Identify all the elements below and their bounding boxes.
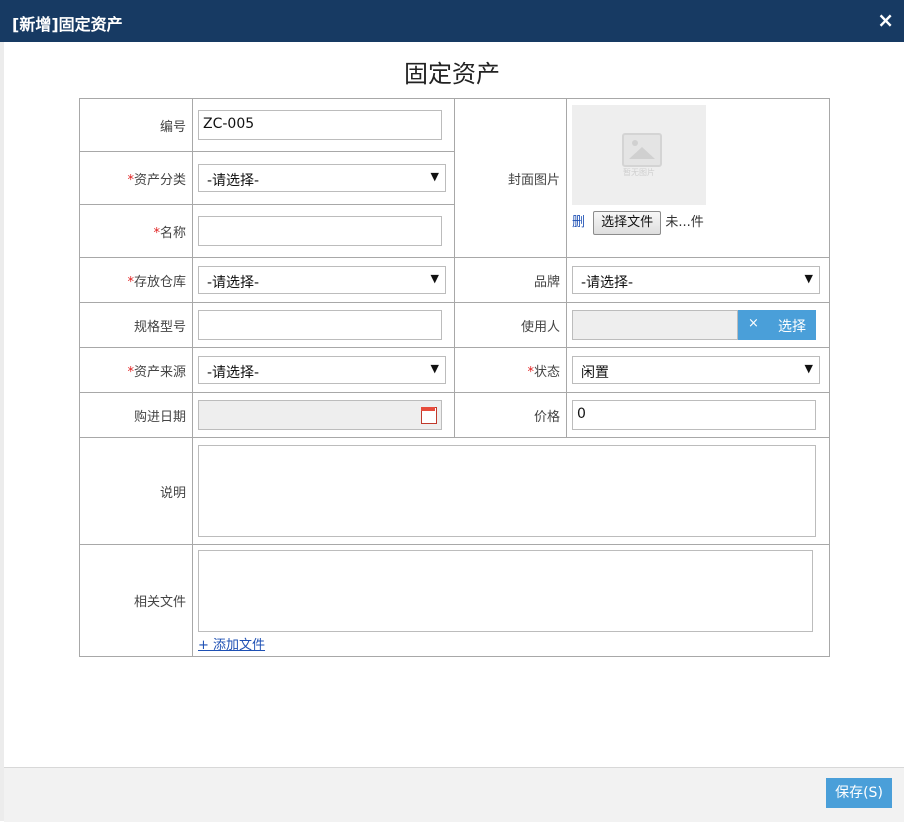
code-input[interactable]: ZC-005 xyxy=(198,110,442,140)
form-title: 固定资产 xyxy=(404,60,500,88)
files-label: 相关文件 xyxy=(79,544,193,657)
purchase-date-input[interactable] xyxy=(198,400,442,430)
source-select[interactable]: -请选择- ▼ xyxy=(198,356,446,384)
category-select[interactable]: -请选择- ▼ xyxy=(198,164,446,192)
dropdown-arrow-icon: ▼ xyxy=(430,272,439,285)
brand-select[interactable]: -请选择- ▼ xyxy=(572,266,820,294)
name-input[interactable] xyxy=(198,216,442,246)
user-label: 使用人 xyxy=(454,302,567,348)
dropdown-arrow-icon: ▼ xyxy=(430,362,439,375)
dropdown-arrow-icon: ▼ xyxy=(430,170,439,183)
warehouse-label: *存放仓库 xyxy=(79,257,193,303)
warehouse-select[interactable]: -请选择- ▼ xyxy=(198,266,446,294)
save-button[interactable]: 保存(S) xyxy=(826,778,892,808)
file-status: 未...件 xyxy=(665,215,704,230)
category-label: *资产分类 xyxy=(79,151,193,205)
name-label: *名称 xyxy=(79,204,193,258)
cover-image-placeholder: 暂无图片 xyxy=(572,105,706,205)
asset-form: 编号 ZC-005 封面图片 暂无图片 删 选择文件 未...件 *资产分类 -… xyxy=(79,98,830,657)
user-picker: × 选择 xyxy=(572,310,816,340)
code-label: 编号 xyxy=(79,98,193,152)
dialog-footer: 保存(S) xyxy=(4,767,904,822)
calendar-icon[interactable] xyxy=(421,407,437,424)
dropdown-arrow-icon: ▼ xyxy=(804,362,813,375)
user-buttons: × 选择 xyxy=(738,310,816,340)
add-file-link[interactable]: + 添加文件 xyxy=(198,634,265,653)
left-border xyxy=(0,42,4,821)
dialog-titlebar: [新增]固定资产 × xyxy=(0,0,904,42)
brand-label: 品牌 xyxy=(454,257,567,303)
spec-input[interactable] xyxy=(198,310,442,340)
clear-user-icon[interactable]: × xyxy=(748,316,759,331)
description-label: 说明 xyxy=(79,437,193,545)
close-icon[interactable]: × xyxy=(877,9,894,31)
dropdown-arrow-icon: ▼ xyxy=(804,272,813,285)
delete-image-link[interactable]: 删 xyxy=(572,215,585,230)
purchase-date-label: 购进日期 xyxy=(79,392,193,438)
price-label: 价格 xyxy=(454,392,567,438)
spec-label: 规格型号 xyxy=(79,302,193,348)
status-select[interactable]: 闲置 ▼ xyxy=(572,356,820,384)
asset-dialog: [新增]固定资产 × 固定资产 编号 ZC-005 封面图片 暂无图片 删 选择… xyxy=(0,0,904,822)
cover-label: 封面图片 xyxy=(454,98,567,258)
select-user-button[interactable]: 选择 xyxy=(778,316,806,336)
status-label: *状态 xyxy=(454,347,567,393)
files-area[interactable] xyxy=(198,550,813,632)
description-textarea[interactable] xyxy=(198,445,816,537)
price-input[interactable]: 0 xyxy=(572,400,816,430)
image-icon xyxy=(622,133,662,167)
dialog-title: [新增]固定资产 xyxy=(12,15,123,34)
choose-file-button[interactable]: 选择文件 xyxy=(593,211,662,235)
user-input[interactable] xyxy=(572,310,738,340)
source-label: *资产来源 xyxy=(79,347,193,393)
